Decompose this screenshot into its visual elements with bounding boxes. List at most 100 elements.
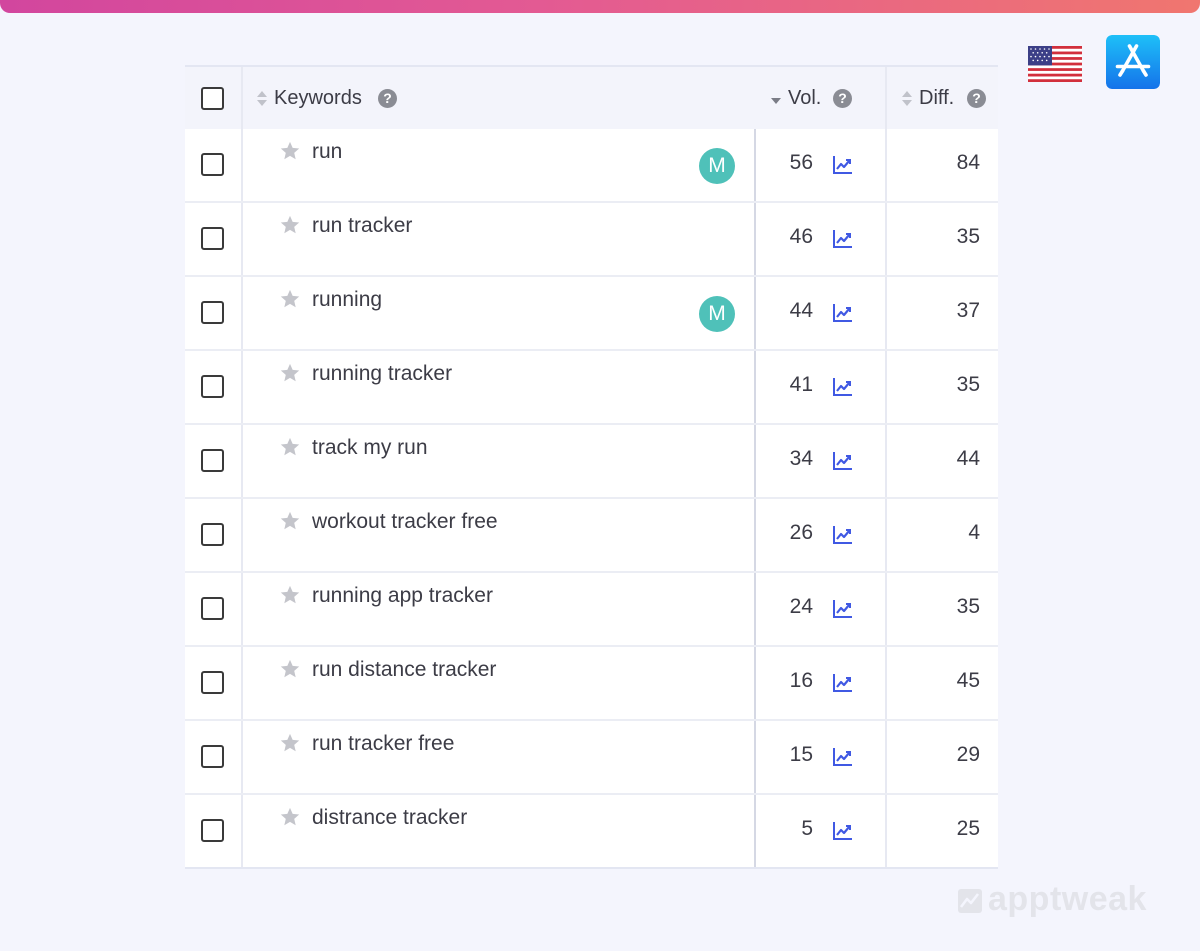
favorite-star-icon[interactable] [279,806,301,828]
difficulty-value: 4 [968,521,980,544]
favorite-star-icon[interactable] [279,140,301,162]
trend-chart-icon[interactable] [832,672,853,693]
row-checkbox[interactable] [201,523,224,546]
volume-value: 46 [789,225,813,248]
favorite-star-icon[interactable] [279,436,301,458]
keyword-text[interactable]: running app tracker [312,584,493,608]
keyword-cell: run distance tracker [243,647,756,719]
difficulty-cell: 29 [887,721,998,793]
table-row[interactable]: run distance tracker 16 45 [185,645,998,719]
row-checkbox[interactable] [201,301,224,324]
us-flag-icon[interactable] [1028,46,1082,82]
volume-header-label: Vol. [788,87,822,109]
select-all-checkbox[interactable] [201,87,224,110]
trend-chart-icon[interactable] [832,376,853,397]
row-checkbox[interactable] [201,227,224,250]
keyword-text[interactable]: track my run [312,436,428,460]
volume-cell: 44 [756,277,887,349]
trend-chart-icon[interactable] [832,820,853,841]
table-header: Keywords ? Vol. ? Diff. ? [185,65,998,129]
difficulty-value: 37 [956,299,980,322]
sort-descending-icon[interactable] [770,97,782,105]
trend-chart-icon[interactable] [832,228,853,249]
keyword-text[interactable]: run tracker [312,214,412,238]
apptweak-logo-icon [958,889,982,913]
row-checkbox[interactable] [201,597,224,620]
volume-value: 15 [789,743,813,766]
keyword-text[interactable]: workout tracker free [312,510,498,534]
difficulty-value: 45 [956,669,980,692]
manual-badge: M [699,296,735,332]
difficulty-help-icon[interactable]: ? [967,89,986,108]
brand-name: apptweak [988,880,1147,918]
favorite-star-icon[interactable] [279,362,301,384]
sort-both-icon[interactable] [256,90,268,107]
favorite-star-icon[interactable] [279,658,301,680]
volume-value: 26 [789,521,813,544]
keyword-cell: track my run [243,425,756,497]
table-row[interactable]: distrance tracker 5 25 [185,793,998,867]
volume-cell: 46 [756,203,887,275]
row-checkbox[interactable] [201,449,224,472]
keywords-table: Keywords ? Vol. ? Diff. ? run M 56 84 run tr… [185,65,998,869]
keyword-cell: run tracker free [243,721,756,793]
favorite-star-icon[interactable] [279,288,301,310]
row-select-cell [185,277,243,349]
table-row[interactable]: run tracker free 15 29 [185,719,998,793]
keyword-cell: workout tracker free [243,499,756,571]
table-row[interactable]: running M 44 37 [185,275,998,349]
volume-cell: 41 [756,351,887,423]
volume-value: 34 [789,447,813,470]
table-row[interactable]: run tracker 46 35 [185,201,998,275]
favorite-star-icon[interactable] [279,584,301,606]
table-row[interactable]: track my run 34 44 [185,423,998,497]
table-row[interactable]: workout tracker free 26 4 [185,497,998,571]
app-store-icon[interactable] [1106,35,1160,89]
row-checkbox[interactable] [201,671,224,694]
keyword-text[interactable]: running [312,288,382,312]
row-checkbox[interactable] [201,375,224,398]
top-accent-bar [0,0,1200,13]
keywords-help-icon[interactable]: ? [378,89,397,108]
row-checkbox[interactable] [201,153,224,176]
table-row[interactable]: running tracker 41 35 [185,349,998,423]
sort-both-icon[interactable] [901,90,913,107]
trend-chart-icon[interactable] [832,598,853,619]
difficulty-cell: 35 [887,203,998,275]
trend-chart-icon[interactable] [832,524,853,545]
difficulty-value: 35 [956,595,980,618]
favorite-star-icon[interactable] [279,510,301,532]
table-bottom-border [185,867,998,869]
favorite-star-icon[interactable] [279,214,301,236]
volume-cell: 16 [756,647,887,719]
keywords-column-header[interactable]: Keywords ? [243,67,814,129]
table-row[interactable]: run M 56 84 [185,129,998,201]
favorite-star-icon[interactable] [279,732,301,754]
volume-value: 5 [801,817,813,840]
keyword-text[interactable]: running tracker [312,362,452,386]
keywords-header-label: Keywords [274,87,362,109]
row-checkbox[interactable] [201,819,224,842]
trend-chart-icon[interactable] [832,450,853,471]
table-row[interactable]: running app tracker 24 35 [185,571,998,645]
keyword-text[interactable]: run [312,140,342,164]
volume-help-icon[interactable]: ? [833,89,852,108]
difficulty-value: 29 [956,743,980,766]
trend-chart-icon[interactable] [832,302,853,323]
row-select-cell [185,425,243,497]
difficulty-cell: 44 [887,425,998,497]
volume-cell: 34 [756,425,887,497]
difficulty-value: 84 [956,151,980,174]
keyword-cell: distrance tracker [243,795,756,867]
trend-chart-icon[interactable] [832,746,853,767]
difficulty-value: 44 [956,447,980,470]
difficulty-value: 35 [956,225,980,248]
volume-column-header[interactable]: Vol. ? [756,67,887,129]
trend-chart-icon[interactable] [832,154,853,175]
keyword-text[interactable]: run distance tracker [312,658,496,682]
row-checkbox[interactable] [201,745,224,768]
keyword-text[interactable]: distrance tracker [312,806,467,830]
volume-cell: 56 [756,129,887,201]
keyword-text[interactable]: run tracker free [312,732,454,756]
difficulty-column-header[interactable]: Diff. ? [887,67,998,129]
